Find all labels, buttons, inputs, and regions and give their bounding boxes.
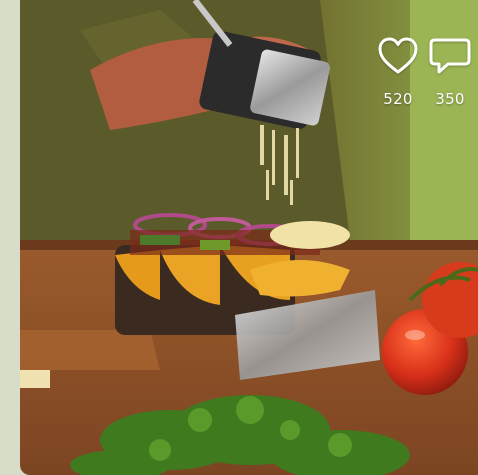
speech-bubble-icon: [429, 38, 471, 74]
comment-button[interactable]: 350: [428, 36, 472, 108]
like-button[interactable]: 520: [376, 36, 420, 108]
recipe-photo[interactable]: 520 350: [20, 0, 478, 475]
reaction-bar: 520 350: [376, 36, 472, 108]
side-panel: [0, 0, 20, 475]
comment-count: 350: [435, 90, 465, 108]
like-count: 520: [383, 90, 413, 108]
heart-icon: [378, 37, 418, 74]
